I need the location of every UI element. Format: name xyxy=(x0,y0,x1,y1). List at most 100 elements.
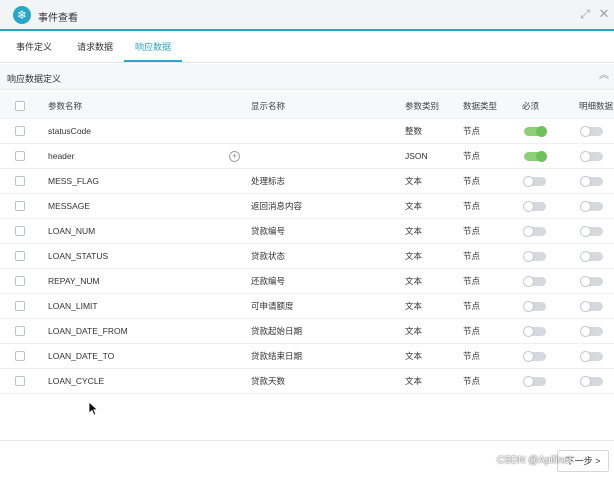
row-checkbox[interactable] xyxy=(15,200,25,211)
display-name: 还款编号 xyxy=(251,276,286,286)
param-category: 文本 xyxy=(405,226,423,236)
row-checkbox[interactable] xyxy=(15,375,25,386)
collapse-up-icon[interactable]: ︽ xyxy=(598,70,610,82)
table-row[interactable]: MESS_FLAG 处理标志 文本 节点 xyxy=(0,169,614,194)
param-name: LOAN_STATUS xyxy=(48,251,109,261)
maximize-icon[interactable]: ⤢ xyxy=(578,7,592,21)
required-toggle[interactable] xyxy=(523,351,546,362)
detail-data-toggle[interactable] xyxy=(580,176,603,187)
toggle-knob xyxy=(580,251,591,262)
row-checkbox[interactable] xyxy=(15,150,25,161)
table-row[interactable]: REPAY_NUM 还款编号 文本 节点 xyxy=(0,269,614,294)
toggle-knob xyxy=(523,351,534,362)
table-row[interactable]: LOAN_DATE_TO 贷款结束日期 文本 节点 xyxy=(0,344,614,369)
required-toggle[interactable] xyxy=(523,226,546,237)
required-toggle[interactable] xyxy=(523,251,546,262)
required-toggle[interactable] xyxy=(523,301,546,312)
toggle-knob xyxy=(523,226,534,237)
display-name: 贷款状态 xyxy=(251,251,286,261)
toggle-knob xyxy=(580,276,591,287)
detail-data-toggle[interactable] xyxy=(580,301,603,312)
toggle-knob xyxy=(580,201,591,212)
select-all-checkbox[interactable] xyxy=(15,100,25,111)
toggle-knob xyxy=(523,176,534,187)
param-category: JSON xyxy=(405,151,428,161)
row-select-cell xyxy=(15,244,27,269)
detail-data-toggle[interactable] xyxy=(580,276,603,287)
tab-request-data[interactable]: 请求数据 xyxy=(68,33,122,62)
row-select-cell xyxy=(15,119,27,144)
required-toggle[interactable] xyxy=(524,126,547,137)
param-name: LOAN_DATE_TO xyxy=(48,351,115,361)
section-title: 响应数据定义 xyxy=(7,74,62,84)
column-header-required: 必须 xyxy=(522,101,540,111)
toggle-knob xyxy=(580,326,591,337)
table-header: 参数名称 显示名称 参数类别 数据类型 必须 明细数据 xyxy=(0,93,614,119)
row-select-cell xyxy=(15,144,27,169)
tab-event-definition[interactable]: 事件定义 xyxy=(7,33,61,62)
tab-response-data[interactable]: 响应数据 xyxy=(124,33,182,62)
required-toggle[interactable] xyxy=(523,376,546,387)
display-name xyxy=(251,119,391,144)
column-header-param-category: 参数类别 xyxy=(405,101,440,111)
toggle-knob xyxy=(536,151,547,162)
data-type: 节点 xyxy=(463,126,481,136)
table-row[interactable]: LOAN_LIMIT 可申请额度 文本 节点 xyxy=(0,294,614,319)
detail-data-toggle[interactable] xyxy=(580,251,603,262)
table-row[interactable]: LOAN_CYCLE 贷款天数 文本 节点 xyxy=(0,369,614,394)
param-category: 整数 xyxy=(405,126,423,136)
row-checkbox[interactable] xyxy=(15,175,25,186)
required-toggle[interactable] xyxy=(523,326,546,337)
detail-data-toggle[interactable] xyxy=(580,201,603,212)
row-checkbox[interactable] xyxy=(15,350,25,361)
add-child-icon[interactable]: + xyxy=(229,151,240,162)
param-name: MESSAGE xyxy=(48,201,91,211)
row-select-cell xyxy=(15,294,27,319)
close-icon[interactable]: ✕ xyxy=(597,7,611,21)
param-category: 文本 xyxy=(405,176,423,186)
detail-data-toggle[interactable] xyxy=(580,351,603,362)
row-checkbox[interactable] xyxy=(15,275,25,286)
required-toggle[interactable] xyxy=(523,201,546,212)
detail-data-toggle[interactable] xyxy=(580,151,603,162)
param-name: LOAN_DATE_FROM xyxy=(48,326,128,336)
toggle-knob xyxy=(580,151,591,162)
required-toggle[interactable] xyxy=(523,176,546,187)
param-name: statusCode xyxy=(48,126,91,136)
row-checkbox[interactable] xyxy=(15,300,25,311)
param-category: 文本 xyxy=(405,276,423,286)
param-name: REPAY_NUM xyxy=(48,276,100,286)
toggle-knob xyxy=(523,376,534,387)
param-category: 文本 xyxy=(405,301,423,311)
detail-data-toggle[interactable] xyxy=(580,376,603,387)
param-category: 文本 xyxy=(405,326,423,336)
param-name: LOAN_CYCLE xyxy=(48,376,105,386)
table-row[interactable]: statusCode 整数 节点 xyxy=(0,119,614,144)
table-row[interactable]: LOAN_DATE_FROM 贷款起始日期 文本 节点 xyxy=(0,319,614,344)
display-name: 贷款天数 xyxy=(251,376,286,386)
detail-data-toggle[interactable] xyxy=(580,326,603,337)
row-checkbox[interactable] xyxy=(15,125,25,136)
toggle-knob xyxy=(580,351,591,362)
table-row[interactable]: header JSON 节点 + xyxy=(0,144,614,169)
table-row[interactable]: MESSAGE 返回消息内容 文本 节点 xyxy=(0,194,614,219)
row-checkbox[interactable] xyxy=(15,250,25,261)
required-toggle[interactable] xyxy=(524,151,547,162)
toggle-knob xyxy=(536,126,547,137)
table-row[interactable]: LOAN_STATUS 贷款状态 文本 节点 xyxy=(0,244,614,269)
display-name: 可申请额度 xyxy=(251,301,294,311)
detail-data-toggle[interactable] xyxy=(580,126,603,137)
table-row[interactable]: LOAN_NUM 贷款编号 文本 节点 xyxy=(0,219,614,244)
data-type: 节点 xyxy=(463,326,481,336)
param-category: 文本 xyxy=(405,351,423,361)
column-header-param-name: 参数名称 xyxy=(48,101,83,111)
display-name xyxy=(251,144,391,169)
row-checkbox[interactable] xyxy=(15,225,25,236)
row-checkbox[interactable] xyxy=(15,325,25,336)
footer-divider xyxy=(0,440,614,441)
column-header-data-type: 数据类型 xyxy=(463,101,498,111)
required-toggle[interactable] xyxy=(523,276,546,287)
display-name: 贷款结束日期 xyxy=(251,351,303,361)
detail-data-toggle[interactable] xyxy=(580,226,603,237)
event-view-dialog: ❄ 事件查看 ⤢ ✕ 事件定义 请求数据 响应数据 响应数据定义 ︽ 参数名称 … xyxy=(0,0,614,479)
